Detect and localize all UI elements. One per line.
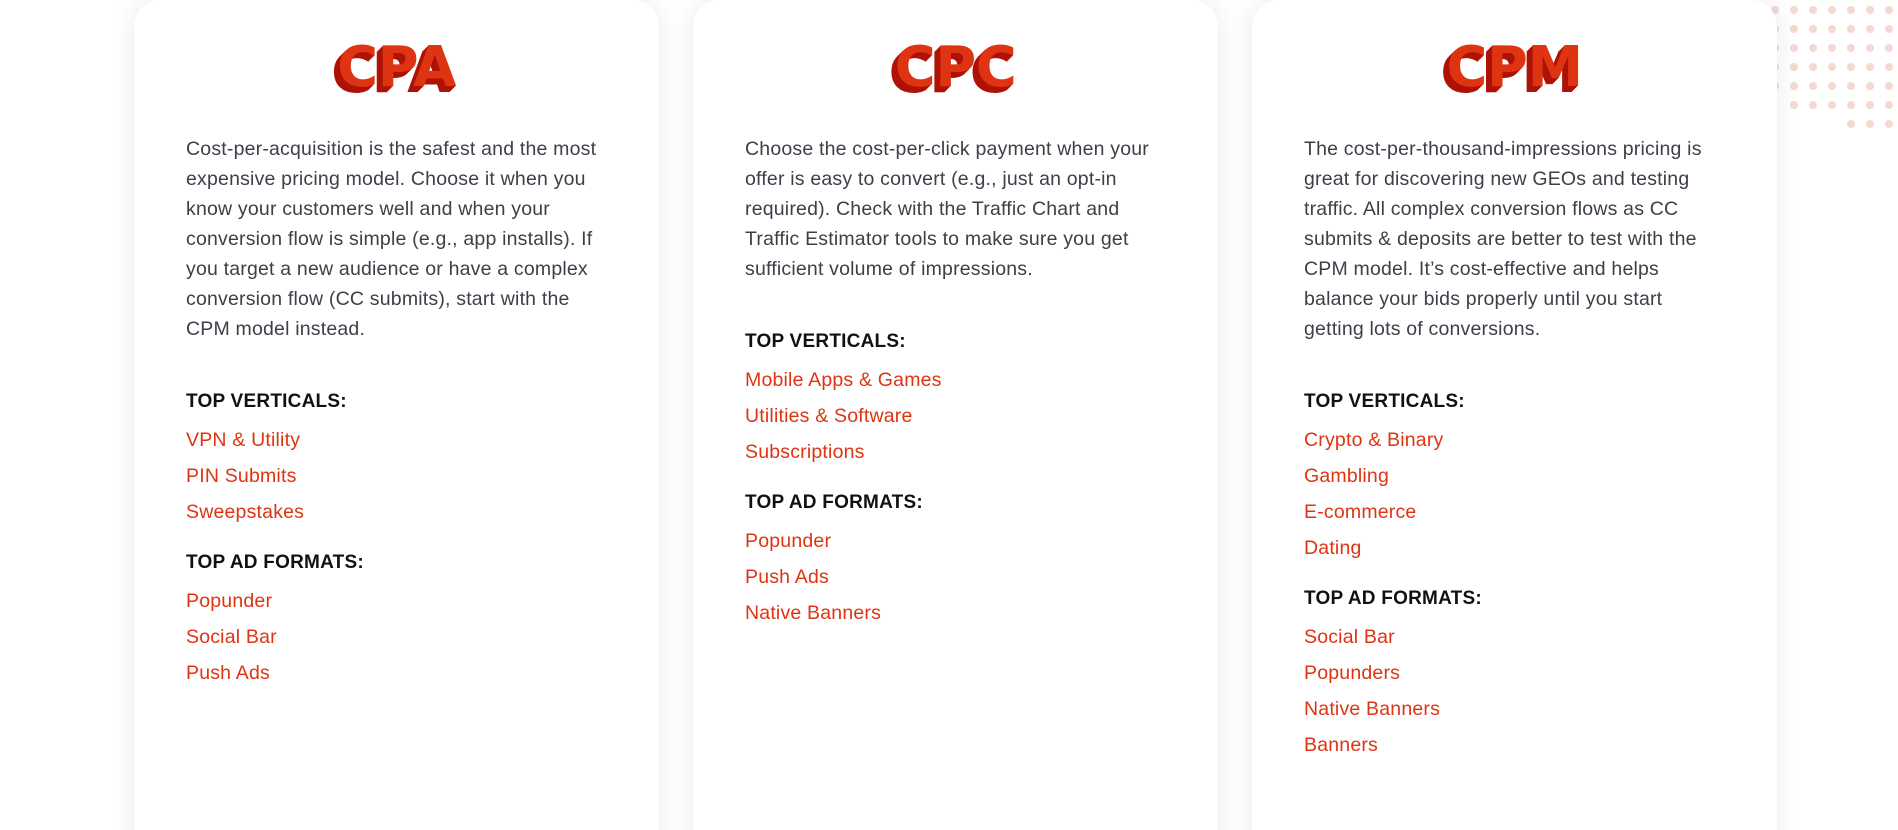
list-item: Subscriptions (745, 434, 1166, 470)
top-ad-formats-list: Social Bar Popunders Native Banners Bann… (1304, 619, 1725, 763)
ad-format-link[interactable]: Push Ads (745, 559, 829, 595)
top-verticals-group-cpc: TOP VERTICALS: Mobile Apps & Games Utili… (745, 327, 1166, 470)
card-title-cpa: CPA (337, 35, 456, 100)
top-verticals-list: VPN & Utility PIN Submits Sweepstakes (186, 422, 607, 530)
list-item: PIN Submits (186, 458, 607, 494)
top-verticals-heading: TOP VERTICALS: (1304, 391, 1465, 412)
pricing-card-cpc: CPC Choose the cost-per-click payment wh… (693, 0, 1218, 830)
list-item: Social Bar (1304, 619, 1725, 655)
pricing-card-cpa: CPA Cost-per-acquisition is the safest a… (134, 0, 659, 830)
top-ad-formats-list: Popunder Push Ads Native Banners (745, 523, 1166, 631)
top-ad-formats-group-cpc: TOP AD FORMATS: Popunder Push Ads Native… (745, 488, 1166, 631)
pricing-card-cpm: CPM The cost-per-thousand-impressions pr… (1252, 0, 1777, 830)
vertical-link[interactable]: E-commerce (1304, 494, 1416, 530)
list-item: Dating (1304, 530, 1725, 566)
top-ad-formats-group-cpa: TOP AD FORMATS: Popunder Social Bar Push… (186, 548, 607, 691)
pricing-cards-row: CPA Cost-per-acquisition is the safest a… (134, 0, 1777, 830)
ad-format-link[interactable]: Push Ads (186, 655, 270, 691)
card-description-cpc: Choose the cost-per-click payment when y… (745, 138, 1149, 280)
list-item: Crypto & Binary (1304, 422, 1725, 458)
ad-format-link[interactable]: Popunder (745, 523, 831, 559)
ad-format-link[interactable]: Popunders (1304, 655, 1400, 691)
card-description-cpa: Cost-per-acquisition is the safest and t… (186, 138, 597, 340)
list-item: Popunders (1304, 655, 1725, 691)
vertical-link[interactable]: Subscriptions (745, 434, 865, 470)
list-item: E-commerce (1304, 494, 1725, 530)
top-ad-formats-list: Popunder Social Bar Push Ads (186, 583, 607, 691)
top-verticals-heading: TOP VERTICALS: (186, 391, 347, 412)
list-item: Gambling (1304, 458, 1725, 494)
list-item: Mobile Apps & Games (745, 362, 1166, 398)
top-verticals-list: Mobile Apps & Games Utilities & Software… (745, 362, 1166, 470)
ad-format-link[interactable]: Native Banners (1304, 691, 1440, 727)
vertical-link[interactable]: PIN Submits (186, 458, 297, 494)
ad-format-link[interactable]: Banners (1304, 727, 1378, 763)
list-item: Banners (1304, 727, 1725, 763)
vertical-link[interactable]: Mobile Apps & Games (745, 362, 942, 398)
top-ad-formats-heading: TOP AD FORMATS: (1304, 588, 1482, 609)
ad-format-link[interactable]: Social Bar (1304, 619, 1395, 655)
vertical-link[interactable]: Gambling (1304, 458, 1389, 494)
card-title-cpm: CPM (1446, 35, 1583, 100)
ad-format-link[interactable]: Social Bar (186, 619, 277, 655)
pricing-models-section: CPA Cost-per-acquisition is the safest a… (0, 0, 1898, 830)
top-ad-formats-heading: TOP AD FORMATS: (745, 492, 923, 513)
list-item: Push Ads (745, 559, 1166, 595)
ad-format-link[interactable]: Native Banners (745, 595, 881, 631)
list-item: Native Banners (1304, 691, 1725, 727)
list-item: Native Banners (745, 595, 1166, 631)
vertical-link[interactable]: Dating (1304, 530, 1362, 566)
top-verticals-heading: TOP VERTICALS: (745, 331, 906, 352)
ad-format-link[interactable]: Popunder (186, 583, 272, 619)
top-ad-formats-heading: TOP AD FORMATS: (186, 552, 364, 573)
vertical-link[interactable]: Utilities & Software (745, 398, 913, 434)
card-title-cpc: CPC (894, 35, 1017, 100)
vertical-link[interactable]: Crypto & Binary (1304, 422, 1443, 458)
list-item: Social Bar (186, 619, 607, 655)
card-description-cpm: The cost-per-thousand-impressions pricin… (1304, 138, 1702, 340)
top-ad-formats-group-cpm: TOP AD FORMATS: Social Bar Popunders Nat… (1304, 584, 1725, 763)
list-item: Popunder (745, 523, 1166, 559)
top-verticals-group-cpm: TOP VERTICALS: Crypto & Binary Gambling … (1304, 387, 1725, 566)
vertical-link[interactable]: VPN & Utility (186, 422, 300, 458)
vertical-link[interactable]: Sweepstakes (186, 494, 304, 530)
list-item: VPN & Utility (186, 422, 607, 458)
list-item: Push Ads (186, 655, 607, 691)
top-verticals-list: Crypto & Binary Gambling E-commerce Dati… (1304, 422, 1725, 566)
top-verticals-group-cpa: TOP VERTICALS: VPN & Utility PIN Submits… (186, 387, 607, 530)
list-item: Sweepstakes (186, 494, 607, 530)
list-item: Popunder (186, 583, 607, 619)
list-item: Utilities & Software (745, 398, 1166, 434)
